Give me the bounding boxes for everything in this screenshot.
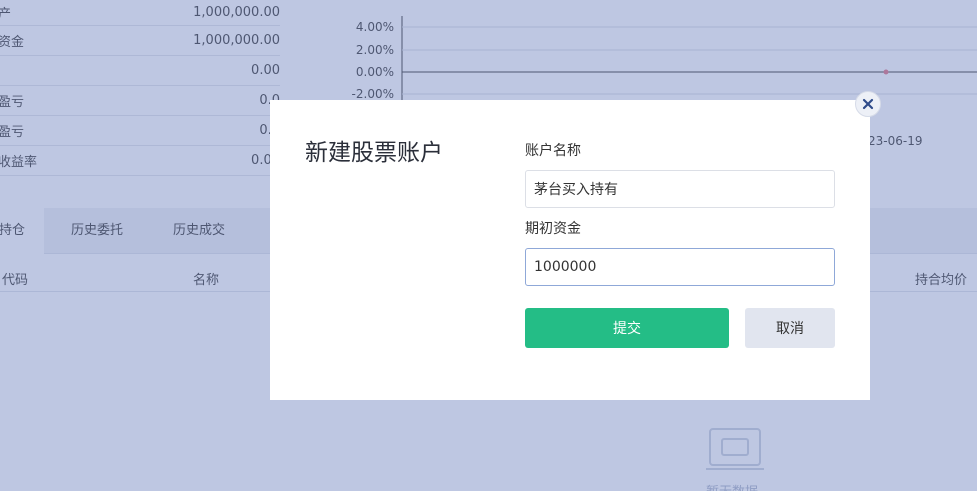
account-name-input[interactable] <box>525 170 835 208</box>
dialog-title: 新建股票账户 <box>305 140 443 166</box>
initial-fund-label: 期初资金 <box>525 221 581 237</box>
close-button[interactable] <box>855 91 881 117</box>
submit-button[interactable]: 提交 <box>525 308 729 348</box>
initial-fund-input[interactable] <box>525 248 835 286</box>
cancel-button[interactable]: 取消 <box>745 308 835 348</box>
account-name-label: 账户名称 <box>525 143 581 159</box>
close-icon <box>862 98 874 110</box>
new-stock-account-dialog: 新建股票账户 账户名称 期初资金 提交 取消 <box>270 100 870 400</box>
